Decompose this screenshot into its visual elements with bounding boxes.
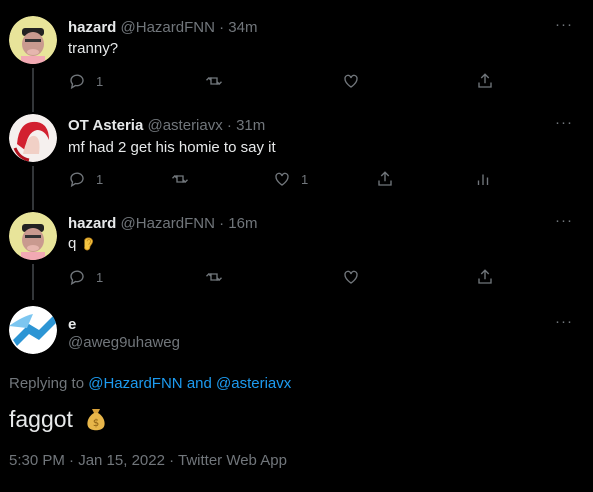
display-name[interactable]: OT Asteria bbox=[68, 117, 143, 134]
mention-link[interactable]: @HazardFNN bbox=[88, 375, 182, 392]
reply-button[interactable]: 1 bbox=[68, 170, 103, 188]
heart-icon bbox=[344, 270, 358, 284]
retweet-button[interactable] bbox=[205, 72, 233, 90]
thread-line bbox=[32, 264, 34, 300]
tweet-header: hazard @HazardFNN · 16m bbox=[68, 215, 257, 232]
reply-tweet[interactable]: hazard @HazardFNN · 16m ··· q 1 bbox=[0, 200, 593, 300]
like-count: 1 bbox=[301, 171, 309, 187]
username[interactable]: @HazardFNN bbox=[121, 19, 215, 36]
svg-text:$: $ bbox=[93, 418, 99, 429]
mention-link[interactable]: @asteriavx bbox=[216, 375, 291, 392]
timestamp[interactable]: · 31m bbox=[227, 117, 265, 134]
thread-line bbox=[32, 200, 34, 210]
username[interactable]: @asteriavx bbox=[147, 117, 222, 134]
thread-line bbox=[32, 166, 34, 200]
share-button[interactable] bbox=[476, 72, 494, 90]
ear-emoji-icon bbox=[83, 237, 93, 251]
retweet-button[interactable] bbox=[171, 170, 199, 188]
more-options-icon[interactable]: ··· bbox=[555, 16, 573, 33]
avatar[interactable] bbox=[9, 212, 57, 260]
avatar[interactable] bbox=[9, 114, 57, 162]
heart-icon bbox=[344, 74, 358, 88]
reply-icon bbox=[70, 270, 84, 286]
reply-count: 1 bbox=[96, 269, 104, 285]
share-icon bbox=[478, 73, 492, 88]
retweet-button[interactable] bbox=[205, 268, 233, 286]
action-bar: 1 bbox=[68, 72, 508, 92]
tweet-header: OT Asteria @asteriavx · 31m bbox=[68, 117, 265, 134]
display-name[interactable]: hazard bbox=[68, 19, 116, 36]
tweet-text: q bbox=[68, 235, 95, 252]
action-bar: 1 1 bbox=[68, 170, 508, 190]
tweet-header: hazard @HazardFNN · 34m bbox=[68, 19, 257, 36]
replying-and[interactable]: and bbox=[187, 375, 212, 392]
reply-button[interactable]: 1 bbox=[68, 72, 103, 90]
analytics-button[interactable] bbox=[474, 170, 492, 188]
reply-tweet[interactable]: hazard @HazardFNN · 34m ··· tranny? 1 bbox=[0, 0, 593, 102]
reply-icon bbox=[70, 74, 84, 90]
more-options-icon[interactable]: ··· bbox=[555, 114, 573, 131]
tweet-timestamp[interactable]: 5:30 PM · Jan 15, 2022 · Twitter Web App bbox=[9, 452, 287, 469]
timestamp[interactable]: · 16m bbox=[219, 215, 257, 232]
tweet-text: tranny? bbox=[68, 40, 119, 57]
display-name[interactable]: hazard bbox=[68, 215, 116, 232]
display-name[interactable]: e bbox=[68, 316, 76, 333]
replying-to: Replying to @HazardFNN and @asteriavx bbox=[9, 375, 291, 392]
share-button[interactable] bbox=[376, 170, 394, 188]
replying-prefix: Replying to bbox=[9, 375, 85, 392]
main-tweet-text: faggot $ bbox=[9, 405, 109, 433]
money-bag-icon: $ bbox=[87, 409, 105, 431]
like-button[interactable] bbox=[342, 72, 370, 90]
avatar[interactable] bbox=[9, 16, 57, 64]
thread-line bbox=[32, 102, 34, 112]
reply-tweet[interactable]: OT Asteria @asteriavx · 31m ··· mf had 2… bbox=[0, 102, 593, 200]
retweet-icon bbox=[206, 77, 222, 85]
like-button[interactable]: 1 bbox=[273, 170, 308, 188]
reply-icon bbox=[70, 172, 84, 188]
reply-button[interactable]: 1 bbox=[68, 268, 103, 286]
more-options-icon[interactable]: ··· bbox=[555, 212, 573, 229]
username[interactable]: @HazardFNN bbox=[121, 215, 215, 232]
tweet-text-content: faggot bbox=[9, 406, 73, 432]
heart-icon bbox=[275, 172, 289, 186]
retweet-icon bbox=[172, 175, 188, 183]
username[interactable]: @aweg9uhaweg bbox=[68, 334, 180, 351]
thread-line bbox=[32, 68, 34, 102]
reply-count: 1 bbox=[96, 73, 104, 89]
timestamp[interactable]: · 34m bbox=[219, 19, 257, 36]
like-button[interactable] bbox=[342, 268, 370, 286]
reply-count: 1 bbox=[96, 171, 104, 187]
more-options-icon[interactable]: ··· bbox=[555, 313, 573, 330]
analytics-icon bbox=[477, 174, 489, 185]
share-icon bbox=[378, 171, 392, 186]
tweet-text: mf had 2 get his homie to say it bbox=[68, 139, 276, 156]
tweet-text-content: q bbox=[68, 235, 77, 252]
retweet-icon bbox=[206, 273, 222, 281]
action-bar: 1 bbox=[68, 268, 508, 288]
share-button[interactable] bbox=[476, 268, 494, 286]
avatar[interactable] bbox=[9, 306, 57, 354]
share-icon bbox=[478, 269, 492, 284]
